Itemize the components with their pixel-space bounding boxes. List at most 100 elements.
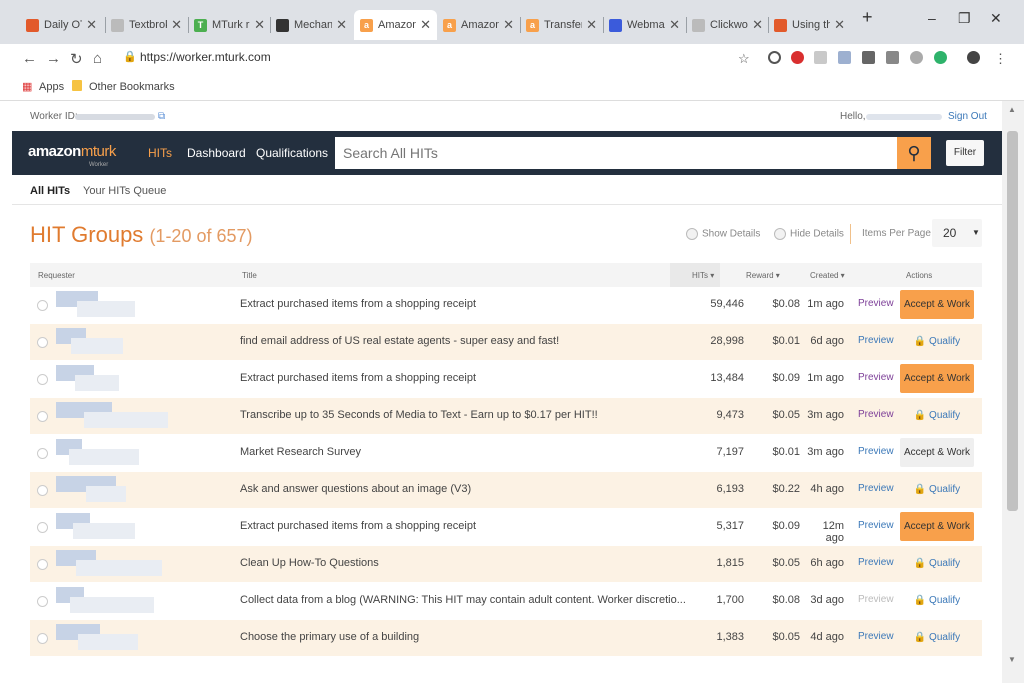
copy-icon[interactable]: ⧉	[158, 111, 165, 122]
close-tab-icon[interactable]: ✕	[254, 17, 265, 33]
close-tab-icon[interactable]: ✕	[336, 17, 347, 33]
hit-title[interactable]: Extract purchased items from a shopping …	[240, 372, 476, 384]
accept-work-button[interactable]: Accept & Work	[900, 364, 974, 393]
qualify-button[interactable]: 🔒 Qualify	[900, 401, 974, 430]
nav-hits[interactable]: HITs	[148, 146, 172, 160]
accept-work-button[interactable]: Accept & Work	[900, 438, 974, 467]
extension-icon[interactable]	[862, 51, 875, 64]
bookmark-other[interactable]: Other Bookmarks	[89, 81, 175, 93]
table-row[interactable]: Choose the primary use of a building 1,38…	[30, 620, 982, 656]
scrollbar-thumb[interactable]	[1007, 131, 1018, 511]
extension-icon[interactable]	[886, 51, 899, 64]
hit-title[interactable]: Market Research Survey	[240, 446, 361, 458]
table-row[interactable]: find email address of US real estate age…	[30, 324, 982, 360]
table-row[interactable]: Collect data from a blog (WARNING: This …	[30, 583, 982, 619]
browser-tab[interactable]: a Amazon ✕	[437, 10, 520, 40]
preview-link[interactable]: Preview	[858, 557, 894, 568]
filter-button[interactable]: Filter	[946, 140, 984, 166]
hit-title[interactable]: Extract purchased items from a shopping …	[240, 298, 476, 310]
menu-kebab-icon[interactable]: ⋮	[994, 51, 1007, 67]
browser-tab[interactable]: Using the✕	[768, 10, 851, 40]
table-row[interactable]: Extract purchased items from a shopping …	[30, 361, 982, 397]
extension-icon[interactable]	[838, 51, 851, 64]
expand-icon[interactable]	[37, 337, 48, 348]
col-reward[interactable]: Reward ▾	[746, 271, 780, 280]
browser-tab[interactable]: Clickworker ✕	[686, 10, 769, 40]
close-tab-icon[interactable]: ✕	[420, 17, 431, 33]
back-icon[interactable]: ←	[22, 50, 37, 67]
hit-title[interactable]: Clean Up How-To Questions	[240, 557, 379, 569]
extension-icon[interactable]	[910, 51, 923, 64]
col-created[interactable]: Created ▾	[810, 271, 845, 280]
hit-title[interactable]: find email address of US real estate age…	[240, 335, 559, 347]
home-icon[interactable]: ⌂	[93, 50, 102, 67]
extension-icon[interactable]	[791, 51, 804, 64]
browser-tab[interactable]: Mechanic✕	[270, 10, 353, 40]
table-row[interactable]: Ask and answer questions about an image …	[30, 472, 982, 508]
expand-icon[interactable]	[37, 448, 48, 459]
restore-icon[interactable]: ❐	[958, 10, 971, 27]
browser-tab[interactable]: a Transfer ✕	[520, 10, 603, 40]
expand-icon[interactable]	[37, 633, 48, 644]
preview-link[interactable]: Preview	[858, 372, 894, 383]
extension-icon[interactable]	[934, 51, 947, 64]
scroll-down-icon[interactable]: ▼	[1008, 655, 1016, 664]
hit-title[interactable]: Choose the primary use of a building	[240, 631, 419, 643]
expand-icon[interactable]	[37, 411, 48, 422]
col-requester[interactable]: Requester	[38, 271, 75, 280]
forward-icon[interactable]: →	[46, 50, 61, 67]
accept-work-button[interactable]: Accept & Work	[900, 512, 974, 541]
url-field[interactable]: https://worker.mturk.com	[140, 50, 271, 64]
minimize-icon[interactable]: –	[928, 10, 936, 26]
browser-tab[interactable]: Textbroker ✕	[105, 10, 188, 40]
qualify-button[interactable]: 🔒 Qualify	[900, 327, 974, 356]
expand-icon[interactable]	[37, 559, 48, 570]
accept-work-button[interactable]: Accept & Work	[900, 290, 974, 319]
expand-icon[interactable]	[37, 300, 48, 311]
expand-icon[interactable]	[37, 485, 48, 496]
nav-dashboard[interactable]: Dashboard	[187, 146, 246, 160]
col-hits[interactable]: HITs ▾	[692, 271, 714, 280]
scroll-up-icon[interactable]: ▲	[1008, 105, 1016, 114]
preview-link[interactable]: Preview	[858, 335, 894, 346]
bookmark-apps[interactable]: Apps	[39, 81, 64, 93]
expand-icon[interactable]	[37, 374, 48, 385]
tab-all-hits[interactable]: All HITs	[30, 185, 70, 197]
extension-icon[interactable]	[768, 51, 781, 64]
qualify-button[interactable]: 🔒 Qualify	[900, 475, 974, 504]
close-tab-icon[interactable]: ✕	[834, 17, 845, 33]
tab-hits-queue[interactable]: Your HITs Queue	[83, 185, 166, 197]
close-tab-icon[interactable]: ✕	[171, 17, 182, 33]
hide-details-toggle[interactable]: Hide Details	[774, 228, 844, 240]
hit-title[interactable]: Ask and answer questions about an image …	[240, 483, 471, 495]
browser-tab[interactable]: T MTurk rev ✕	[188, 10, 271, 40]
profile-avatar[interactable]	[967, 51, 980, 64]
table-row[interactable]: Extract purchased items from a shopping …	[30, 509, 982, 545]
qualify-button[interactable]: 🔒 Qualify	[900, 586, 974, 615]
table-row[interactable]: Extract purchased items from a shopping …	[30, 287, 982, 323]
browser-tab[interactable]: Daily OT ✕	[20, 10, 103, 40]
new-tab-button[interactable]: +	[862, 7, 873, 28]
hit-title[interactable]: Extract purchased items from a shopping …	[240, 520, 476, 532]
close-tab-icon[interactable]: ✕	[669, 17, 680, 33]
close-tab-icon[interactable]: ✕	[503, 17, 514, 33]
close-tab-icon[interactable]: ✕	[86, 17, 97, 33]
reload-icon[interactable]: ↻	[70, 50, 83, 68]
col-title[interactable]: Title	[242, 271, 257, 280]
nav-qualifications[interactable]: Qualifications	[256, 146, 328, 160]
preview-link[interactable]: Preview	[858, 446, 894, 457]
mturk-logo[interactable]: amazonmturk	[28, 143, 116, 160]
sign-out-link[interactable]: Sign Out	[948, 111, 987, 122]
show-details-toggle[interactable]: Show Details	[686, 228, 760, 240]
browser-tab[interactable]: Webmail ✕	[603, 10, 686, 40]
preview-link[interactable]: Preview	[858, 409, 894, 420]
preview-link[interactable]: Preview	[858, 520, 894, 531]
scrollbar[interactable]: ▲ ▼	[1002, 101, 1024, 683]
search-button[interactable]: ⚲	[897, 137, 931, 169]
close-tab-icon[interactable]: ✕	[586, 17, 597, 33]
close-window-icon[interactable]: ✕	[990, 10, 1002, 27]
preview-link[interactable]: Preview	[858, 631, 894, 642]
bookmark-star-icon[interactable]: ☆	[738, 51, 750, 67]
preview-link[interactable]: Preview	[858, 594, 894, 605]
search-input[interactable]	[335, 137, 897, 169]
